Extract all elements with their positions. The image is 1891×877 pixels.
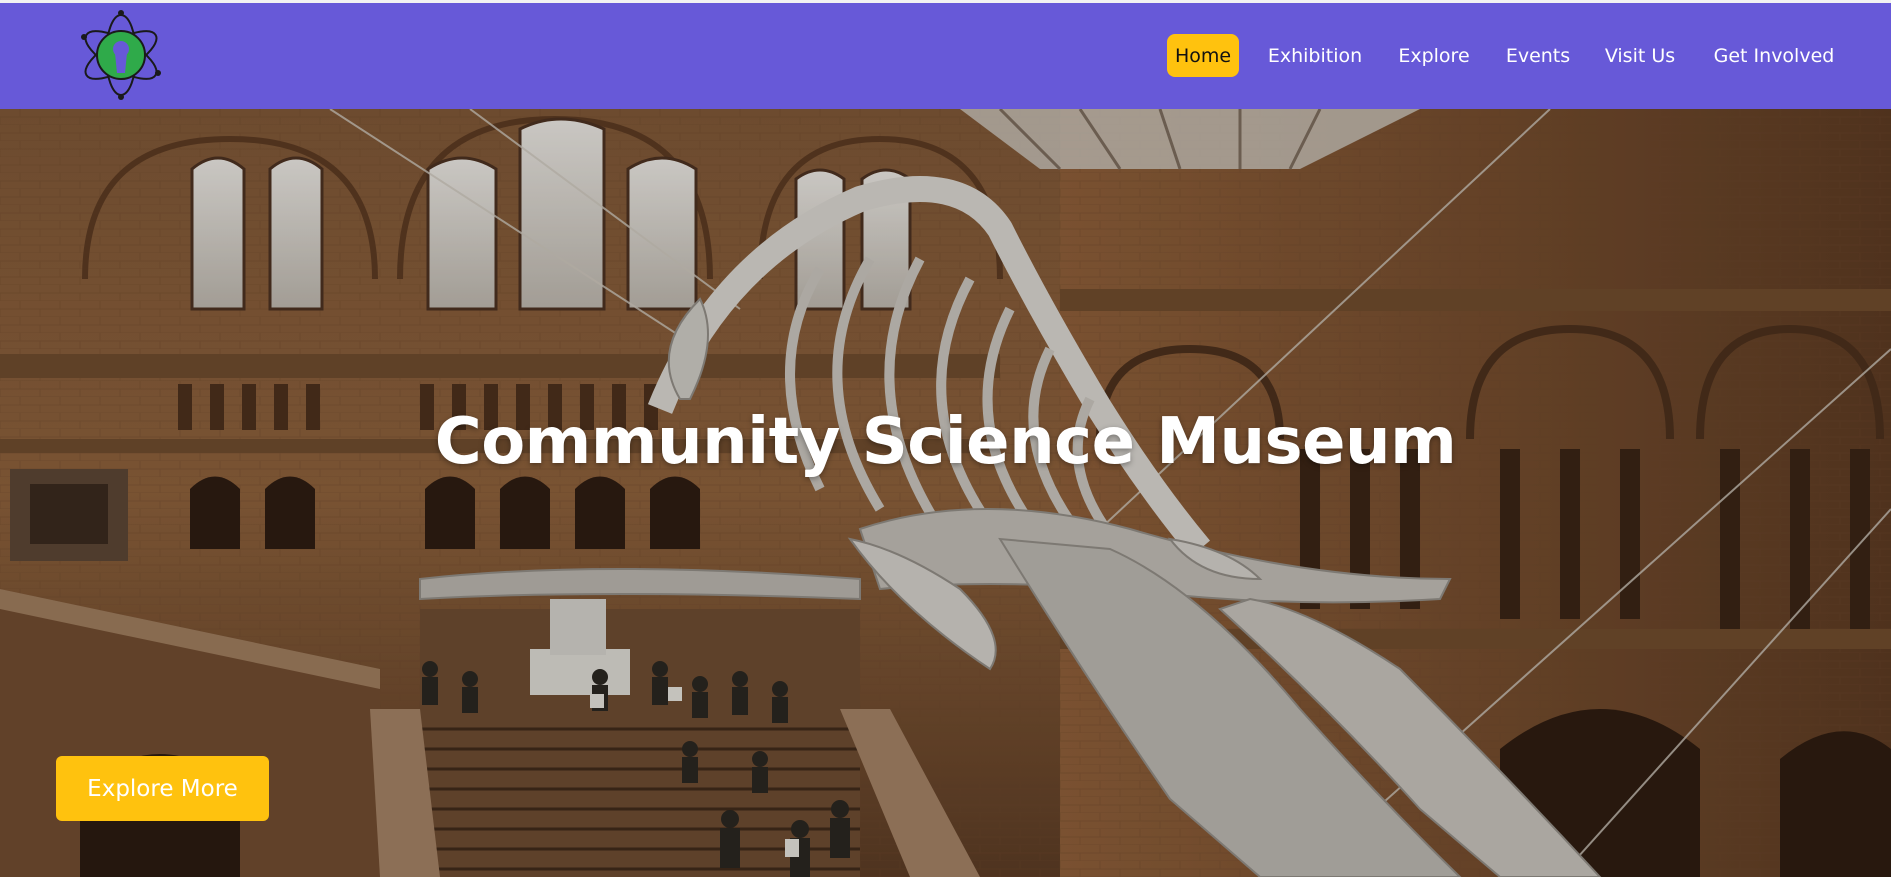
nav-visit-us[interactable]: Visit Us <box>1602 34 1678 77</box>
atom-logo-icon <box>81 10 161 100</box>
nav-explore[interactable]: Explore <box>1393 34 1475 77</box>
nav-events[interactable]: Events <box>1501 34 1575 77</box>
site-logo[interactable] <box>78 7 164 101</box>
nav-get-involved[interactable]: Get Involved <box>1704 34 1844 77</box>
navbar: Home Exhibition Explore Events Visit Us … <box>0 3 1891 109</box>
nav-home[interactable]: Home <box>1167 34 1239 77</box>
nav-exhibition[interactable]: Exhibition <box>1263 34 1367 77</box>
hero-background-image <box>0 109 1891 877</box>
hero-section: Community Science Museum Explore More <box>0 109 1891 877</box>
page: Home Exhibition Explore Events Visit Us … <box>0 0 1891 877</box>
hero-title: Community Science Museum <box>434 405 1457 479</box>
explore-more-button[interactable]: Explore More <box>56 756 269 821</box>
